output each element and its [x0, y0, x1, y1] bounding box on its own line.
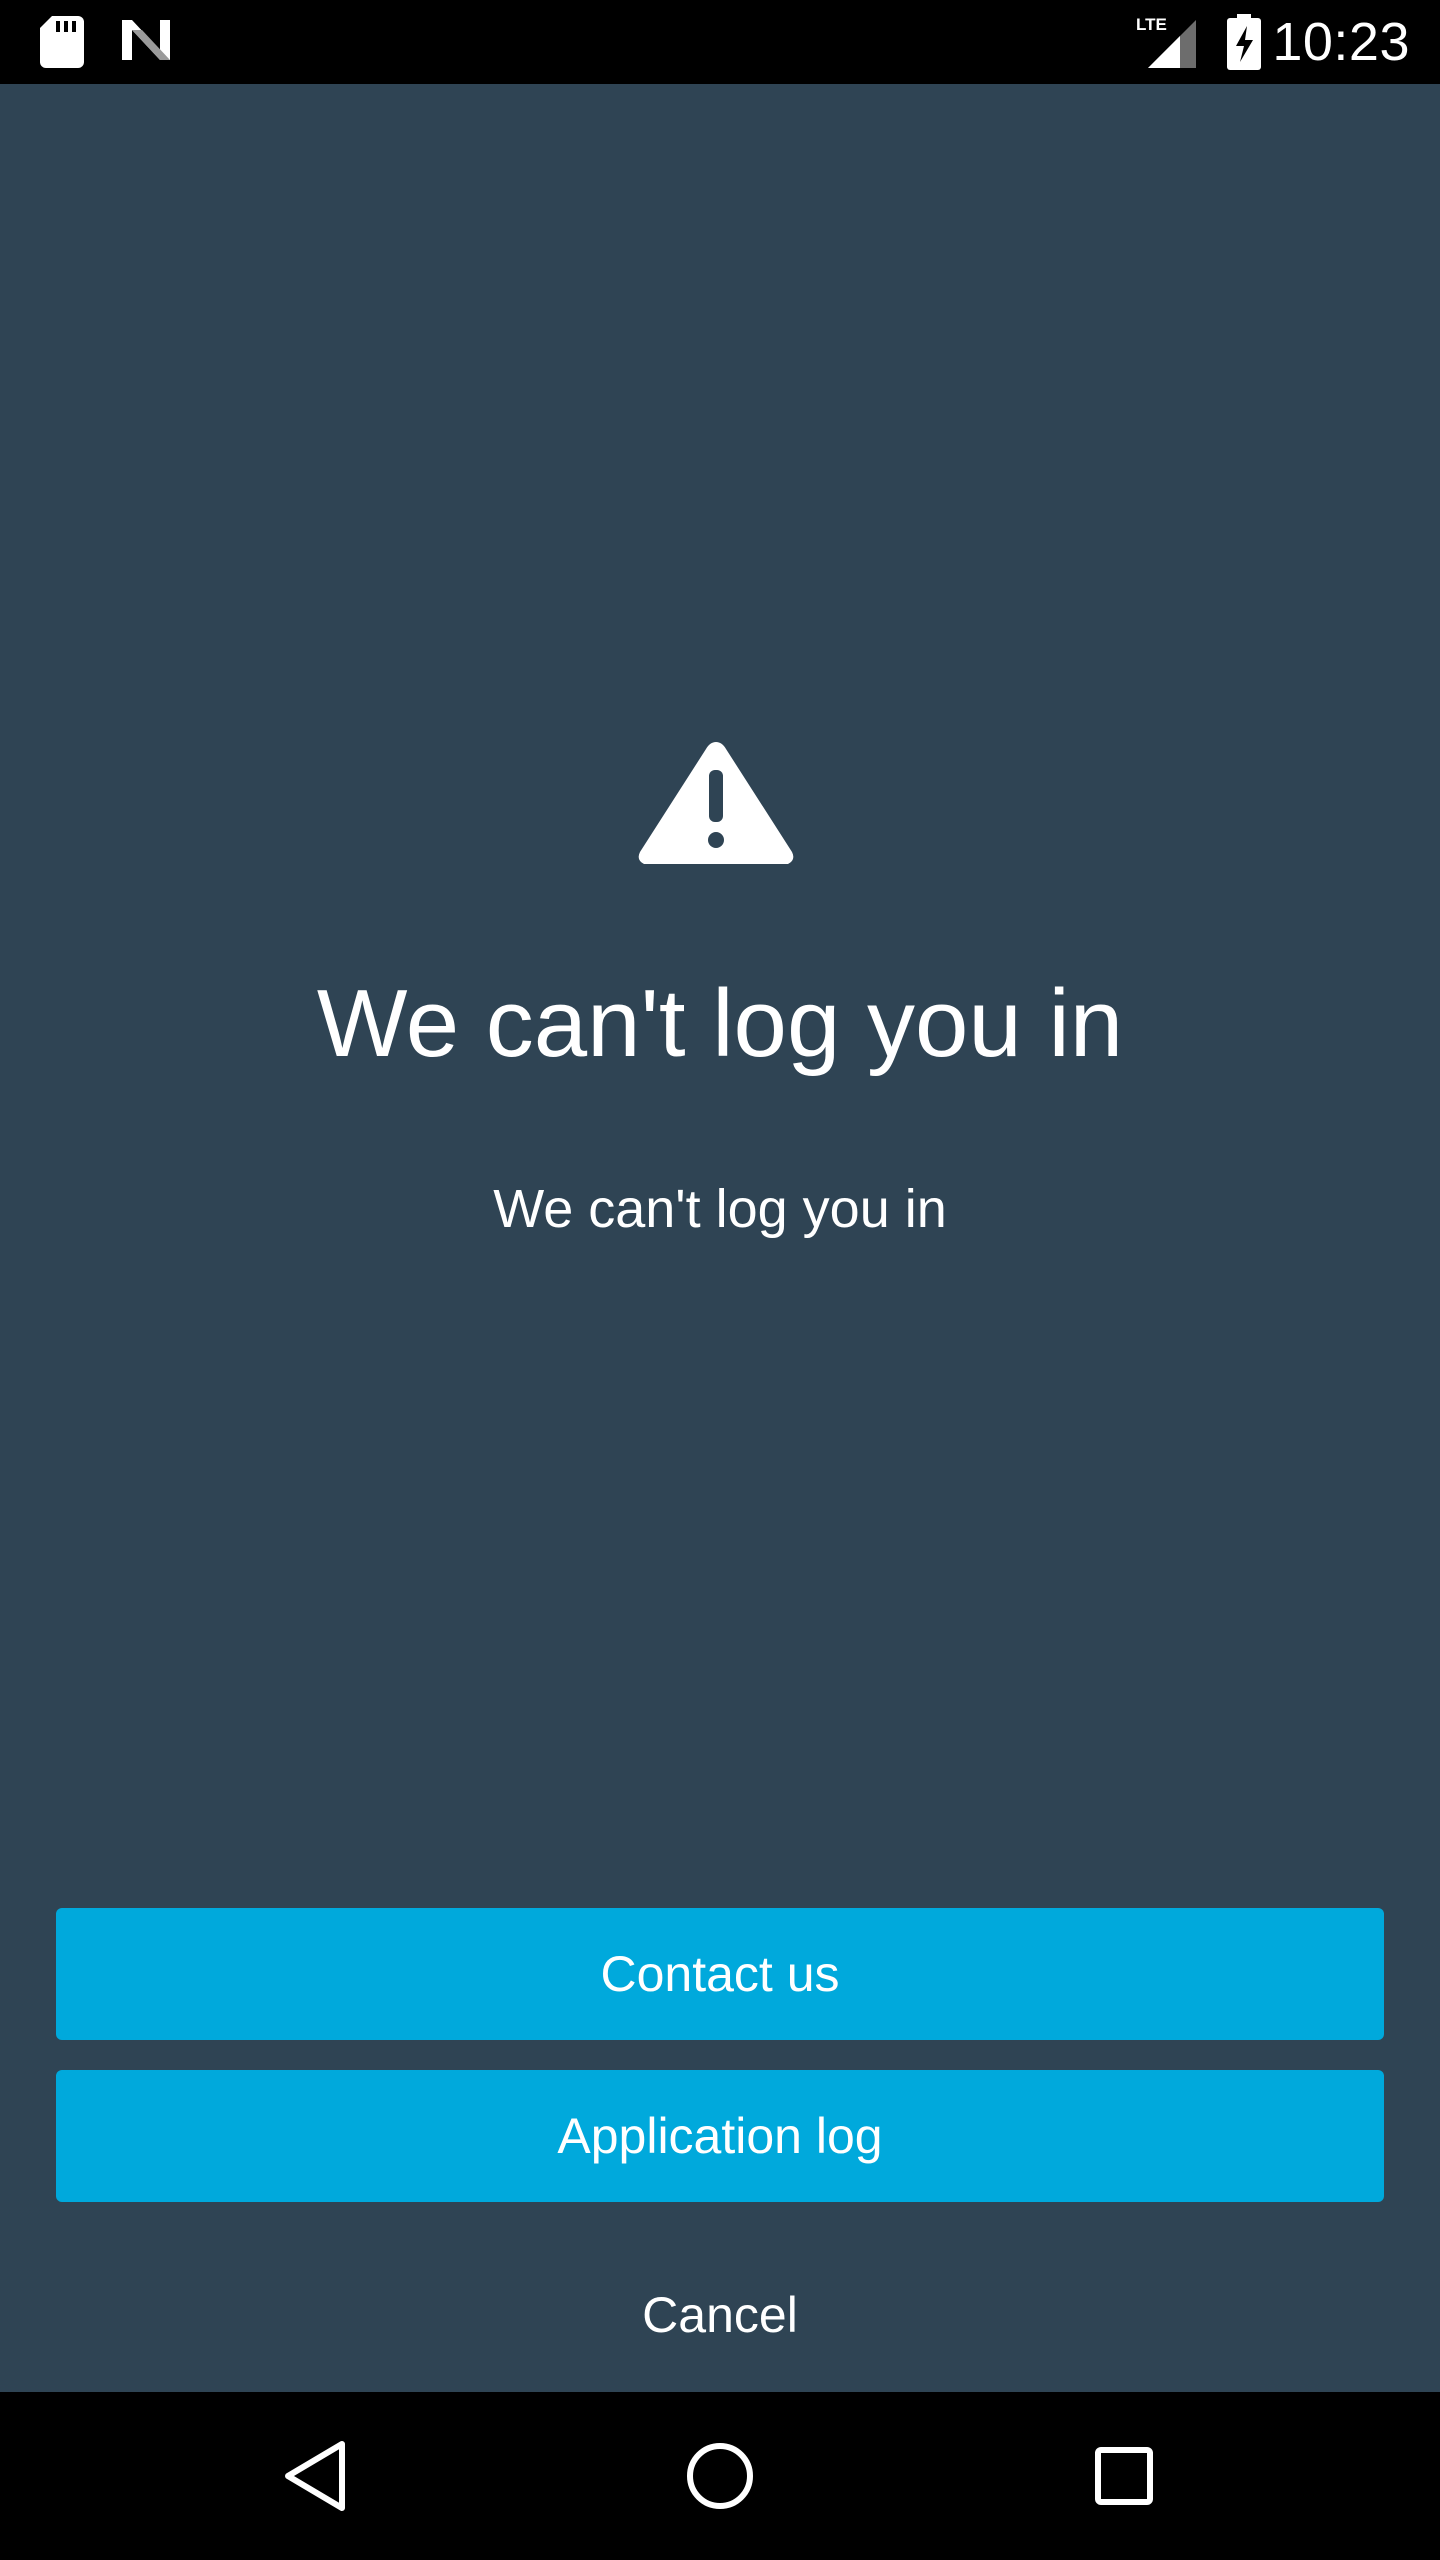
lte-label: LTE [1136, 15, 1167, 34]
error-content: We can't log you in We can't log you in … [0, 84, 1440, 2392]
lte-signal-icon: LTE [1134, 14, 1202, 75]
error-title: We can't log you in [316, 970, 1124, 1077]
status-bar: LTE 10:23 [0, 0, 1440, 84]
cancel-button[interactable]: Cancel [0, 2260, 1440, 2370]
sd-card-icon [40, 16, 84, 73]
n-notification-icon [118, 16, 174, 69]
navigation-bar [0, 2392, 1440, 2560]
back-icon[interactable] [266, 2426, 366, 2526]
screen: LTE 10:23 We can't log you in We can't l… [0, 0, 1440, 2560]
warning-icon [636, 734, 796, 875]
battery-charging-icon [1226, 14, 1262, 75]
home-icon[interactable] [670, 2426, 770, 2526]
contact-us-button[interactable]: Contact us [56, 1908, 1384, 2040]
recents-icon[interactable] [1074, 2426, 1174, 2526]
status-clock: 10:23 [1272, 12, 1410, 72]
error-message: We can't log you in [493, 1179, 947, 1239]
application-log-button[interactable]: Application log [56, 2070, 1384, 2202]
